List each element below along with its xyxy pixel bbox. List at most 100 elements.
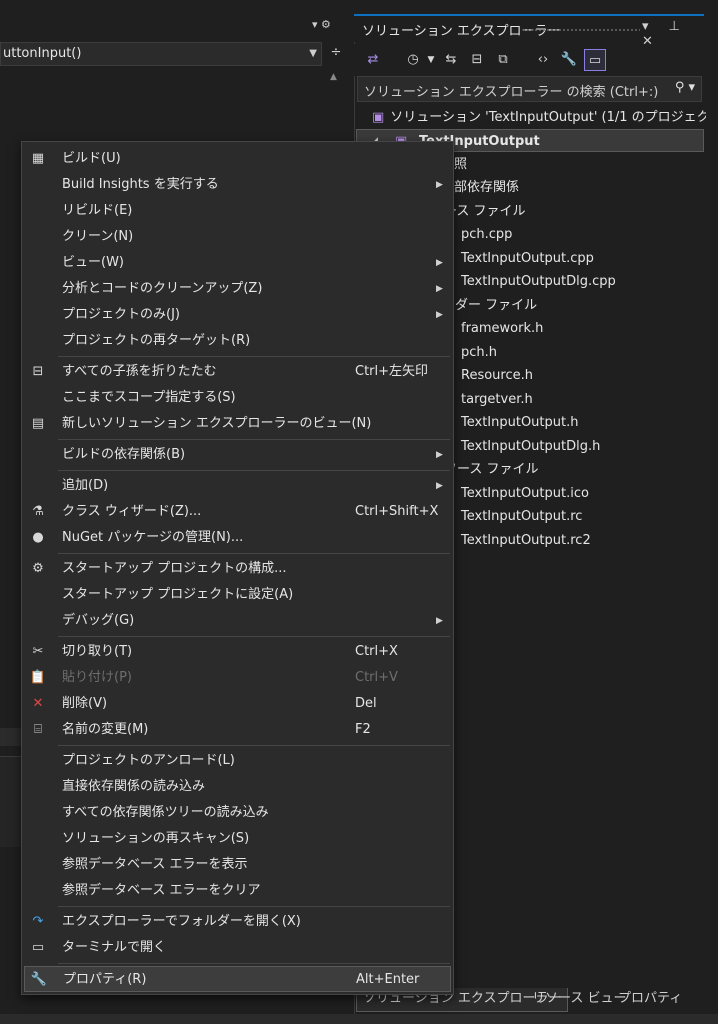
menu-item[interactable]: 追加(D) ▶ xyxy=(22,473,453,499)
menu-item-label: Build Insights を実行する xyxy=(62,177,219,192)
menu-item[interactable]: リビルド(E) xyxy=(22,198,453,224)
menu-item-shortcut: Ctrl+V xyxy=(355,670,398,685)
sync-icon[interactable]: ⇆ xyxy=(440,49,462,71)
drag-grip[interactable] xyxy=(522,28,640,32)
tree-item[interactable]: Resource.h xyxy=(461,364,533,387)
menu-item[interactable]: ▤ 新しいソリューション エクスプローラーのビュー(N) xyxy=(22,411,453,437)
menu-item-label: デバッグ(G) xyxy=(62,613,135,628)
menu-item[interactable]: 🔧 プロパティ(R) Alt+Enter xyxy=(24,966,451,992)
menu-item[interactable]: ⚗ クラス ウィザード(Z)... Ctrl+Shift+X xyxy=(22,499,453,525)
menu-item-label: 分析とコードのクリーンアップ(Z) xyxy=(62,281,263,296)
submenu-arrow-icon: ▶ xyxy=(436,616,443,626)
menu-item[interactable]: クリーン(N) xyxy=(22,224,453,250)
menu-item[interactable]: 参照データベース エラーをクリア xyxy=(22,878,453,904)
tree-item[interactable]: pch.cpp xyxy=(461,223,512,246)
menu-item[interactable]: ↷ エクスプローラーでフォルダーを開く(X) xyxy=(22,909,453,935)
menu-item[interactable]: 参照データベース エラーを表示 xyxy=(22,852,453,878)
tree-item[interactable]: framework.h xyxy=(461,317,543,340)
menu-separator xyxy=(58,636,450,637)
menu-item-label: ビルドの依存関係(B) xyxy=(62,447,186,462)
tree-item[interactable]: TextInputOutput.rc2 xyxy=(461,529,591,552)
tree-item[interactable]: ソース ファイル xyxy=(444,458,538,481)
tree-item[interactable]: TextInputOutput.h xyxy=(461,411,578,434)
tree-item-label: TextInputOutput.h xyxy=(461,415,579,430)
menu-item[interactable]: ソリューションの再スキャン(S) xyxy=(22,826,453,852)
tab-properties[interactable]: プロパティ xyxy=(612,988,688,1012)
tree-item[interactable]: TextInputOutputDlg.cpp xyxy=(461,270,616,293)
menu-item-label: 名前の変更(M) xyxy=(62,722,149,737)
menu-item[interactable]: プロジェクトの再ターゲット(R) xyxy=(22,328,453,354)
tree-item-label: TextInputOutput.ico xyxy=(461,486,589,501)
tree-item[interactable]: 部依存関係 xyxy=(454,176,519,199)
menu-item[interactable]: ✕ 削除(V) Del xyxy=(22,691,453,717)
menu-item[interactable]: プロジェクトのみ(J) ▶ xyxy=(22,302,453,328)
submenu-arrow-icon: ▶ xyxy=(436,310,443,320)
split-editor-icon[interactable]: ÷ xyxy=(326,42,346,66)
solution-explorer-toolbar: ⇄ ◷ ▼ ⇆ ⊟ ⧉ ‹› 🔧 ▭ xyxy=(354,44,704,76)
scroll-up-icon[interactable]: ▲ xyxy=(330,72,337,82)
wrench-icon: 🔧 xyxy=(30,972,48,987)
menu-item[interactable]: プロジェクトのアンロード(L) xyxy=(22,748,453,774)
menu-item-label: 参照データベース エラーをクリア xyxy=(62,883,261,898)
open-folder-icon: ↷ xyxy=(32,914,44,929)
tree-item[interactable]: TextInputOutput.ico xyxy=(461,482,589,505)
preview-selected-icon[interactable]: ▭ xyxy=(584,49,606,71)
tree-item[interactable]: ッダー ファイル xyxy=(442,294,537,317)
copy-icon[interactable]: ⧉ xyxy=(492,49,514,71)
menu-item[interactable]: ● NuGet パッケージの管理(N)... xyxy=(22,525,453,551)
menu-item[interactable]: ここまでスコープ指定する(S) xyxy=(22,385,453,411)
tree-item-label: pch.h xyxy=(461,345,498,360)
editor-header xyxy=(0,0,352,42)
tree-item[interactable]: ース ファイル xyxy=(444,200,525,223)
tree-item-label: pch.cpp xyxy=(461,227,513,242)
menu-item-label: 直接依存関係の読み込み xyxy=(62,779,206,794)
switch-views-icon[interactable]: ⇄ xyxy=(362,49,384,71)
rename-icon: ⌸ xyxy=(34,722,42,737)
menu-item[interactable]: ⊟ すべての子孫を折りたたむ Ctrl+左矢印 xyxy=(22,359,453,385)
menu-item[interactable]: 分析とコードのクリーンアップ(Z) ▶ xyxy=(22,276,453,302)
tree-item-label: ッダー ファイル xyxy=(442,298,538,313)
menu-item-label: すべての依存関係ツリーの読み込み xyxy=(62,805,269,820)
tree-item-label: TextInputOutputDlg.cpp xyxy=(461,274,616,289)
menu-item-label: リビルド(E) xyxy=(62,203,133,218)
menu-item[interactable]: ⌸ 名前の変更(M) F2 xyxy=(22,717,453,743)
editor-header-buttons[interactable]: ▾ ⚙ xyxy=(312,18,331,31)
wrench-icon[interactable]: 🔧 xyxy=(558,49,580,71)
chevron-down-icon[interactable]: ▼ xyxy=(420,49,442,71)
search-icon[interactable]: ⚲ ▾ xyxy=(675,80,695,95)
menu-item-label: 追加(D) xyxy=(62,478,109,493)
code-view-icon[interactable]: ‹› xyxy=(532,49,554,71)
menu-item-label: スタートアップ プロジェクトに設定(A) xyxy=(62,587,294,602)
menu-item[interactable]: ✂ 切り取り(T) Ctrl+X xyxy=(22,639,453,665)
menu-item-label: NuGet パッケージの管理(N)... xyxy=(62,530,244,545)
menu-item-label: プロジェクトの再ターゲット(R) xyxy=(62,333,251,348)
collapse-all-icon[interactable]: ⊟ xyxy=(466,49,488,71)
menu-item[interactable]: ▦ ビルド(U) xyxy=(22,146,453,172)
solution-explorer-search[interactable]: ソリューション エクスプローラー の検索 (Ctrl+:) ⚲ ▾ xyxy=(357,76,702,102)
menu-item[interactable]: ⚙ スタートアップ プロジェクトの構成... xyxy=(22,556,453,582)
solution-icon: ▣ xyxy=(372,110,385,125)
member-dropdown[interactable]: uttonInput() ▼ xyxy=(0,42,322,66)
menu-item[interactable]: ビュー(W) ▶ xyxy=(22,250,453,276)
tree-item[interactable]: pch.h xyxy=(461,341,497,364)
tree-item[interactable]: targetver.h xyxy=(461,388,533,411)
menu-item-label: ここまでスコープ指定する(S) xyxy=(62,390,236,405)
menu-item-label: クリーン(N) xyxy=(62,229,134,244)
menu-item-label: プロジェクトのアンロード(L) xyxy=(62,753,235,768)
menu-item[interactable]: 直接依存関係の読み込み xyxy=(22,774,453,800)
menu-item[interactable]: ビルドの依存関係(B) ▶ xyxy=(22,442,453,468)
tree-item[interactable]: ▣ ソリューション 'TextInputOutput' (1/1 のプロジェクト) xyxy=(372,106,718,129)
tree-item[interactable]: 照 xyxy=(454,153,467,176)
tree-item-label: ソース ファイル xyxy=(444,462,539,477)
menu-item[interactable]: Build Insights を実行する ▶ xyxy=(22,172,453,198)
menu-item[interactable]: スタートアップ プロジェクトに設定(A) xyxy=(22,582,453,608)
terminal-icon: ▭ xyxy=(31,940,45,955)
tree-item[interactable]: TextInputOutputDlg.h xyxy=(461,435,600,458)
tree-item[interactable]: TextInputOutput.rc xyxy=(461,505,582,528)
menu-item[interactable]: デバッグ(G) ▶ xyxy=(22,608,453,634)
paste-icon: 📋 xyxy=(29,670,47,685)
menu-item[interactable]: すべての依存関係ツリーの読み込み xyxy=(22,800,453,826)
tree-item[interactable]: TextInputOutput.cpp xyxy=(461,247,594,270)
search-input[interactable]: ソリューション エクスプローラー の検索 (Ctrl+:) xyxy=(364,81,658,100)
menu-item[interactable]: ▭ ターミナルで開く xyxy=(22,935,453,961)
